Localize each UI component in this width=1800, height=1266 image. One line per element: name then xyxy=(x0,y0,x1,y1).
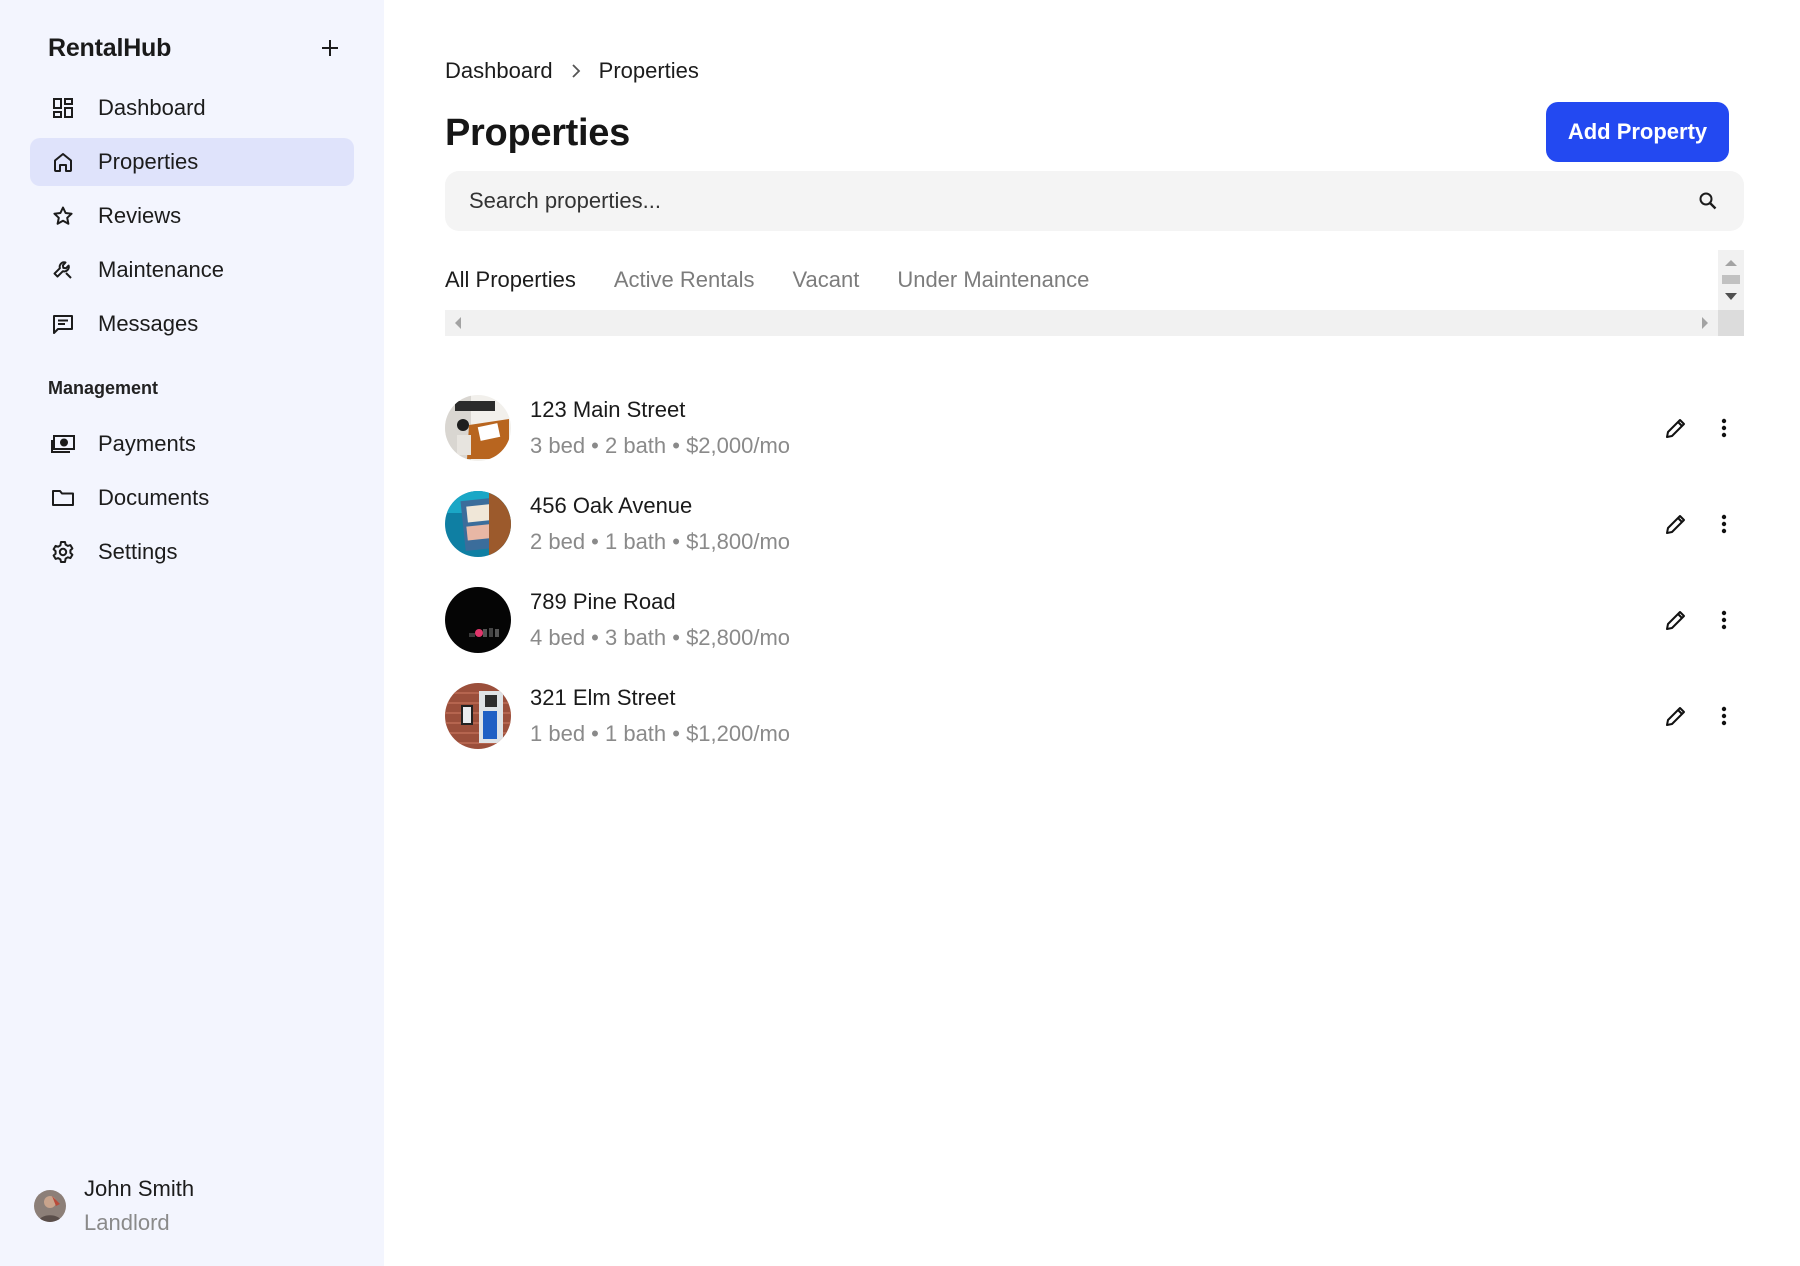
search-icon[interactable] xyxy=(1696,189,1720,213)
home-icon xyxy=(50,149,76,175)
property-thumbnail xyxy=(445,587,511,653)
avatar xyxy=(34,1190,66,1222)
property-details: 4 bed • 3 bath • $2,800/mo xyxy=(530,625,791,650)
property-thumbnail xyxy=(445,683,511,749)
list-item[interactable]: 456 Oak Avenue 2 bed • 1 bath • $1,800/m… xyxy=(445,476,1744,572)
scroll-down-arrow-icon[interactable] xyxy=(1725,293,1737,300)
breadcrumb: Dashboard Properties xyxy=(445,58,699,84)
user-info: John Smith Landlord xyxy=(84,1176,194,1236)
tab-all-properties[interactable]: All Properties xyxy=(445,267,576,293)
brand-row: RentalHub xyxy=(48,30,348,66)
more-vertical-icon[interactable] xyxy=(1704,696,1744,736)
property-address: 456 Oak Avenue xyxy=(530,493,693,518)
horizontal-scrollbar[interactable] xyxy=(445,310,1718,336)
more-vertical-icon[interactable] xyxy=(1704,504,1744,544)
sidebar-item-payments[interactable]: Payments xyxy=(30,420,354,468)
sidebar: RentalHub Dashboard Properties Reviews M… xyxy=(0,0,384,1266)
sidebar-item-reviews[interactable]: Reviews xyxy=(30,192,354,240)
scrollbar-thumb[interactable] xyxy=(1722,275,1740,284)
add-property-button[interactable]: Add Property xyxy=(1546,102,1729,162)
section-title-management: Management xyxy=(48,378,159,398)
property-thumbnail xyxy=(445,491,511,557)
property-details: 3 bed • 2 bath • $2,000/mo xyxy=(530,433,791,458)
wrench-icon xyxy=(50,257,76,283)
user-name: John Smith xyxy=(84,1176,195,1201)
search-bar xyxy=(445,171,1744,231)
property-thumbnail xyxy=(445,395,511,461)
gear-icon xyxy=(50,539,76,565)
user-profile[interactable]: John Smith Landlord xyxy=(34,1176,194,1236)
sidebar-item-label: Settings xyxy=(98,539,178,564)
sidebar-item-label: Properties xyxy=(98,149,199,174)
scrollbar-corner xyxy=(1718,310,1744,336)
pencil-icon[interactable] xyxy=(1656,408,1696,448)
more-vertical-icon[interactable] xyxy=(1704,600,1744,640)
search-input[interactable] xyxy=(469,188,1696,214)
pencil-icon[interactable] xyxy=(1656,600,1696,640)
scroll-up-arrow-icon[interactable] xyxy=(1725,260,1737,266)
sidebar-item-label: Messages xyxy=(98,311,199,336)
sidebar-item-properties[interactable]: Properties xyxy=(30,138,354,186)
property-details: 2 bed • 1 bath • $1,800/mo xyxy=(530,529,791,554)
sidebar-item-label: Documents xyxy=(98,485,210,510)
property-details: 1 bed • 1 bath • $1,200/mo xyxy=(530,721,791,746)
list-item[interactable]: 321 Elm Street 1 bed • 1 bath • $1,200/m… xyxy=(445,668,1744,764)
star-icon xyxy=(50,203,76,229)
tabs: All Properties Active Rentals Vacant Und… xyxy=(445,250,1127,310)
sidebar-nav: Dashboard Properties Reviews Maintenance… xyxy=(30,84,354,354)
sidebar-item-label: Maintenance xyxy=(98,257,224,282)
tab-vacant[interactable]: Vacant xyxy=(792,267,859,293)
tabs-container: All Properties Active Rentals Vacant Und… xyxy=(445,250,1744,336)
sidebar-item-messages[interactable]: Messages xyxy=(30,300,354,348)
tab-under-maintenance[interactable]: Under Maintenance xyxy=(897,267,1089,293)
sidebar-item-maintenance[interactable]: Maintenance xyxy=(30,246,354,294)
property-info: 321 Elm Street 1 bed • 1 bath • $1,200/m… xyxy=(530,685,790,747)
sidebar-item-documents[interactable]: Documents xyxy=(30,474,354,522)
user-role: Landlord xyxy=(84,1210,170,1235)
management-nav: Payments Documents Settings xyxy=(30,420,354,582)
property-address: 789 Pine Road xyxy=(530,589,676,614)
scroll-left-arrow-icon[interactable] xyxy=(455,317,461,329)
row-actions xyxy=(1656,668,1744,764)
tab-active-rentals[interactable]: Active Rentals xyxy=(614,267,755,293)
scroll-right-arrow-icon[interactable] xyxy=(1702,317,1708,329)
row-actions xyxy=(1656,476,1744,572)
sidebar-item-label: Payments xyxy=(98,431,196,456)
row-actions xyxy=(1656,380,1744,476)
message-icon xyxy=(50,311,76,337)
app-name: RentalHub xyxy=(48,33,172,62)
property-address: 123 Main Street xyxy=(530,397,686,422)
property-list: 123 Main Street 3 bed • 2 bath • $2,000/… xyxy=(445,380,1744,764)
breadcrumb-properties: Properties xyxy=(598,58,699,83)
sidebar-item-settings[interactable]: Settings xyxy=(30,528,354,576)
plus-icon[interactable] xyxy=(312,30,348,66)
page-title: Properties xyxy=(445,112,630,154)
sidebar-item-dashboard[interactable]: Dashboard xyxy=(30,84,354,132)
dashboard-icon xyxy=(50,95,76,121)
row-actions xyxy=(1656,572,1744,668)
property-info: 456 Oak Avenue 2 bed • 1 bath • $1,800/m… xyxy=(530,493,790,555)
payments-icon xyxy=(50,431,76,457)
sidebar-item-label: Dashboard xyxy=(98,95,206,120)
property-info: 789 Pine Road 4 bed • 3 bath • $2,800/mo xyxy=(530,589,790,651)
pencil-icon[interactable] xyxy=(1656,504,1696,544)
more-vertical-icon[interactable] xyxy=(1704,408,1744,448)
list-item[interactable]: 123 Main Street 3 bed • 2 bath • $2,000/… xyxy=(445,380,1744,476)
property-address: 321 Elm Street xyxy=(530,685,676,710)
property-info: 123 Main Street 3 bed • 2 bath • $2,000/… xyxy=(530,397,790,459)
chevron-right-icon xyxy=(571,63,581,79)
vertical-scrollbar[interactable] xyxy=(1718,250,1744,310)
pencil-icon[interactable] xyxy=(1656,696,1696,736)
sidebar-item-label: Reviews xyxy=(98,203,182,228)
breadcrumb-dashboard[interactable]: Dashboard xyxy=(445,58,553,84)
list-item[interactable]: 789 Pine Road 4 bed • 3 bath • $2,800/mo xyxy=(445,572,1744,668)
folder-icon xyxy=(50,485,76,511)
